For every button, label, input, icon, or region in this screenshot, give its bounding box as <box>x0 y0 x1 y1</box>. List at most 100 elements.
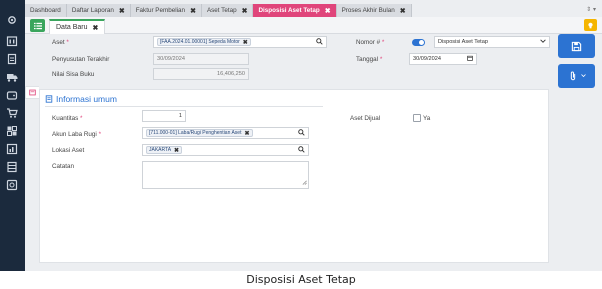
section-title-text: Informasi umum <box>56 94 117 104</box>
akun-laba-rugi-field[interactable]: [711.000-01] Laba/Rugi Penghentian Aset ✖ <box>142 127 309 139</box>
info-form-icon <box>29 89 36 96</box>
label-text: Aset <box>52 39 65 46</box>
close-icon[interactable]: ✖ <box>242 7 248 15</box>
tab-proses-akhir-bulan[interactable]: Proses Akhir Bulan ✖ <box>336 4 412 17</box>
tanggal-date-field[interactable]: 30/09/2024 <box>409 53 477 65</box>
close-icon[interactable]: ✖ <box>400 7 406 15</box>
aset-label: Aset * <box>52 39 69 46</box>
kuantitas-field[interactable]: 1 <box>142 110 186 122</box>
section-title: Informasi umum <box>45 94 117 104</box>
aset-dijual-label: Aset Dijual <box>350 115 381 122</box>
field-value: 1 <box>178 113 182 119</box>
field-value: 16,406,250 <box>217 71 245 77</box>
penyusutan-terakhir-field: 30/09/2024 <box>153 53 249 65</box>
section-side-tab[interactable] <box>25 86 39 99</box>
penyusutan-label: Penyusutan Terakhir <box>52 56 110 63</box>
list-icon <box>33 22 42 29</box>
close-icon[interactable]: ✖ <box>190 7 196 15</box>
tab-dashboard[interactable]: Dashboard <box>25 4 67 17</box>
search-icon[interactable] <box>298 129 305 138</box>
calendar-icon[interactable] <box>467 55 473 63</box>
close-icon[interactable]: ✖ <box>119 7 125 15</box>
truck-delivery-icon[interactable] <box>5 70 19 84</box>
chip-text: [FAA.2024.01.00001] Sepeda Motor <box>160 39 240 45</box>
aset-dijual-checkbox[interactable] <box>413 114 421 122</box>
chevron-down-icon[interactable] <box>540 38 546 46</box>
required-mark: * <box>66 39 69 46</box>
report-chart-icon[interactable] <box>5 142 19 156</box>
akun-chip: [711.000-01] Laba/Rugi Penghentian Aset ✖ <box>146 129 253 137</box>
paperclip-icon <box>570 71 575 81</box>
nomor-label: Nomor # * <box>356 39 384 46</box>
tab-menu-caret-icon[interactable]: ⇕ ▾ <box>586 4 596 17</box>
required-mark: * <box>379 56 383 63</box>
field-value: 30/09/2024 <box>157 56 185 62</box>
remove-icon[interactable]: ✖ <box>243 39 248 46</box>
nomor-auto-toggle[interactable] <box>412 39 425 46</box>
ledger-icon[interactable] <box>5 160 19 174</box>
divider <box>45 106 323 107</box>
tab-label: Dashboard <box>30 7 61 14</box>
required-mark: * <box>381 39 385 46</box>
lokasi-aset-field[interactable]: JAKARTA ✖ <box>142 144 309 156</box>
catatan-textarea[interactable] <box>142 161 309 189</box>
app-window: Dashboard Daftar Laporan ✖ Faktur Pembel… <box>0 0 602 271</box>
akun-laba-rugi-label: Akun Laba Rugi * <box>52 131 101 138</box>
aset-chip: [FAA.2024.01.00001] Sepeda Motor ✖ <box>157 38 251 46</box>
label-text: Tanggal <box>356 56 379 63</box>
resize-handle-icon[interactable] <box>302 180 307 187</box>
required-mark: * <box>80 115 83 122</box>
inventory-icon[interactable] <box>5 124 19 138</box>
bank-building-icon[interactable] <box>5 34 19 48</box>
select-value: Disposisi Aset Tetap <box>438 39 488 45</box>
lokasi-chip: JAKARTA ✖ <box>146 146 183 154</box>
tab-faktur-pembelian[interactable]: Faktur Pembelian ✖ <box>130 4 202 17</box>
figure-caption: Disposisi Aset Tetap <box>246 273 356 286</box>
informasi-umum-panel: Informasi umum Kuantitas * 1 Akun Laba R… <box>39 89 549 263</box>
nilai-sisa-label: Nilai Sisa Buku <box>52 71 95 78</box>
form-section-icon <box>45 95 53 103</box>
close-icon[interactable]: ✖ <box>325 7 331 15</box>
analytics-icon[interactable] <box>5 178 19 192</box>
label-text: Akun Laba Rugi <box>52 131 97 138</box>
left-sidebar <box>0 0 25 271</box>
settings-gear-icon[interactable] <box>5 13 19 27</box>
nilai-sisa-buku-field: 16,406,250 <box>153 68 249 80</box>
lightbulb-tips-button[interactable] <box>584 19 597 31</box>
save-button[interactable] <box>558 34 595 58</box>
tab-daftar-laporan[interactable]: Daftar Laporan ✖ <box>66 4 131 17</box>
module-tab-bar: Dashboard Daftar Laporan ✖ Faktur Pembel… <box>25 4 602 17</box>
tab-label: Daftar Laporan <box>71 7 114 14</box>
close-icon[interactable]: ✖ <box>93 24 99 32</box>
remove-icon[interactable]: ✖ <box>174 147 179 154</box>
tab-data-baru[interactable]: Data Baru ✖ <box>49 19 106 34</box>
remove-icon[interactable]: ✖ <box>244 130 249 137</box>
chip-text: [711.000-01] Laba/Rugi Penghentian Aset <box>149 130 242 136</box>
tab-label: Proses Akhir Bulan <box>341 7 395 14</box>
label-text: Kuantitas <box>52 115 79 122</box>
lokasi-aset-label: Lokasi Aset <box>52 147 85 154</box>
aset-field[interactable]: [FAA.2024.01.00001] Sepeda Motor ✖ <box>153 36 327 48</box>
floppy-save-icon <box>571 41 582 51</box>
search-icon[interactable] <box>298 146 305 155</box>
attachment-button[interactable] <box>558 64 595 88</box>
tab-label: Data Baru <box>56 24 88 31</box>
tab-label: Disposisi Aset Tetap <box>258 7 320 14</box>
shopping-cart-icon[interactable] <box>5 106 19 120</box>
chip-text: JAKARTA <box>149 147 172 153</box>
tab-disposisi-aset-tetap[interactable]: Disposisi Aset Tetap ✖ <box>253 4 337 17</box>
tab-label: Faktur Pembelian <box>135 7 186 14</box>
list-view-button[interactable] <box>30 19 45 32</box>
toggle-knob <box>419 40 424 45</box>
document-icon[interactable] <box>5 52 19 66</box>
nomor-select[interactable]: Disposisi Aset Tetap <box>434 36 550 48</box>
tab-label: Aset Tetap <box>206 7 237 14</box>
required-mark: * <box>98 131 102 138</box>
label-text: Nomor # <box>356 39 381 46</box>
document-tab-bar: Data Baru ✖ <box>25 17 602 34</box>
wallet-icon[interactable] <box>5 88 19 102</box>
search-icon[interactable] <box>316 38 323 47</box>
chevron-down-icon <box>580 73 586 80</box>
tab-aset-tetap[interactable]: Aset Tetap ✖ <box>201 4 254 17</box>
kuantitas-label: Kuantitas * <box>52 115 82 122</box>
